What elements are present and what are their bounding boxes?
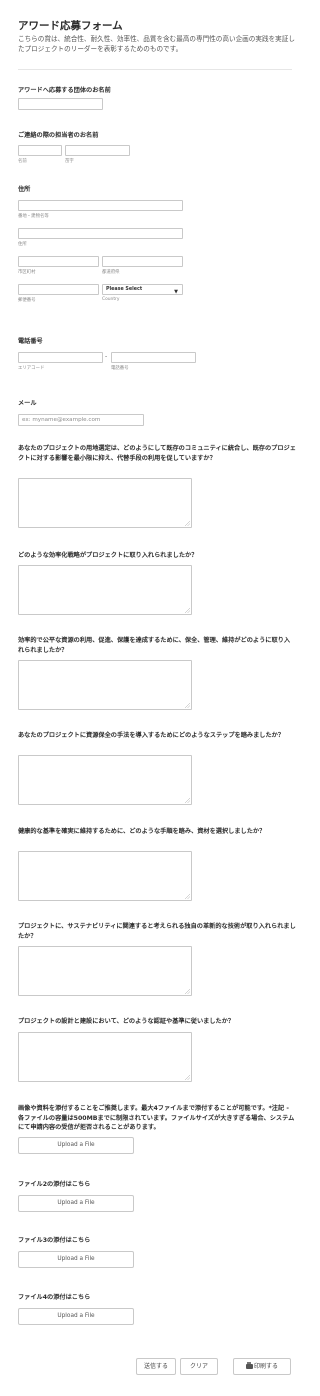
upload-3-button[interactable]: Upload a File — [18, 1251, 134, 1268]
printer-icon — [245, 1362, 253, 1369]
upload-4-label: ファイル4の添付はこちら — [18, 1294, 91, 1301]
contact-name-label: ご連絡の際の担当者のお名前 — [18, 132, 99, 139]
street-line1-sublabel: 番地・建物名等 — [18, 214, 49, 219]
question-5-label: 健康的な基準を確実に維持するために、どのような手順を踏み、資材を選択しましたか？ — [18, 828, 266, 835]
chevron-down-icon: ▼ — [174, 289, 178, 295]
first-name-sublabel: 名前 — [18, 159, 27, 164]
question-1-label: あなたのプロジェクトの用地選定は、どのようにして既存のコミュニティに統合し、既存… — [18, 445, 296, 462]
last-name-input[interactable] — [65, 145, 130, 156]
state-input[interactable] — [102, 256, 183, 267]
resize-grip-icon[interactable] — [185, 703, 190, 708]
phone-area-sublabel: エリアコード — [18, 366, 45, 371]
upload-2-button[interactable]: Upload a File — [18, 1195, 134, 1212]
resize-grip-icon[interactable] — [185, 894, 190, 899]
header-divider — [18, 69, 292, 70]
phone-number-input[interactable] — [111, 352, 196, 363]
question-3-label: 効率的で公平な資源の利用、促進、保護を達成するために、保全、管理、維持がどのよう… — [18, 637, 291, 654]
city-sublabel: 市区町村 — [18, 270, 36, 275]
resize-grip-icon[interactable] — [185, 798, 190, 803]
form-description: こちらの賞は、統合性、耐久性、効率性、品質を含む最高の専門性の高い企画の実践を実… — [18, 35, 295, 53]
upload-4-button[interactable]: Upload a File — [18, 1308, 134, 1325]
upload-1-label: 画像や資料を添付することをご推奨します。最大4ファイルまで添付することが可能です… — [18, 1105, 295, 1131]
print-button[interactable]: 印刷する — [233, 1358, 291, 1375]
email-label: メール — [18, 400, 37, 407]
question-5-textarea[interactable] — [18, 851, 192, 901]
phone-separator: - — [105, 353, 108, 360]
question-7-textarea[interactable] — [18, 1032, 192, 1082]
upload-1-button[interactable]: Upload a File — [18, 1137, 134, 1154]
question-2-label: どのような効率化戦略がプロジェクトに取り入れられましたか？ — [18, 552, 198, 559]
question-1-textarea[interactable] — [18, 478, 192, 528]
country-select-value: Please Select — [106, 287, 143, 292]
zip-sublabel: 郵便番号 — [18, 298, 36, 303]
last-name-sublabel: 苗字 — [65, 159, 74, 164]
country-sublabel: Country — [102, 297, 120, 302]
zip-input[interactable] — [18, 284, 99, 295]
question-4-label: あなたのプロジェクトに資源保全の手法を導入するためにどのようなステップを踏みまし… — [18, 732, 285, 739]
city-input[interactable] — [18, 256, 99, 267]
resize-grip-icon[interactable] — [185, 521, 190, 526]
address-label: 住所 — [18, 186, 31, 193]
street-line2-sublabel: 住所 — [18, 242, 27, 247]
upload-2-label: ファイル2の添付はこちら — [18, 1181, 91, 1188]
upload-3-label: ファイル3の添付はこちら — [18, 1237, 91, 1244]
org-name-label: アワードへ応募する団体のお名前 — [18, 87, 111, 94]
question-6-label: プロジェクトに、サステナビリティに関連すると考えられる独自の革新的な技術が取り入… — [18, 923, 296, 940]
street-line1-input[interactable] — [18, 200, 183, 211]
country-select[interactable]: Please Select ▼ — [102, 284, 183, 295]
question-2-textarea[interactable] — [18, 565, 192, 615]
question-7-label: プロジェクトの設計と建設において、どのような認証や基準に従いましたか？ — [18, 1018, 235, 1025]
print-button-label: 印刷する — [253, 1363, 278, 1370]
first-name-input[interactable] — [18, 145, 62, 156]
phone-area-input[interactable] — [18, 352, 103, 363]
resize-grip-icon[interactable] — [185, 989, 190, 994]
resize-grip-icon[interactable] — [185, 608, 190, 613]
submit-button[interactable]: 送信する — [136, 1358, 176, 1375]
question-4-textarea[interactable] — [18, 755, 192, 805]
resize-grip-icon[interactable] — [185, 1075, 190, 1080]
street-line2-input[interactable] — [18, 228, 183, 239]
clear-button[interactable]: クリア — [180, 1358, 218, 1375]
phone-number-sublabel: 電話番号 — [111, 366, 129, 371]
form-title: アワード応募フォーム — [18, 20, 123, 32]
org-name-input[interactable] — [18, 98, 103, 110]
question-6-textarea[interactable] — [18, 946, 192, 996]
state-sublabel: 都道府県 — [102, 270, 120, 275]
question-3-textarea[interactable] — [18, 660, 192, 710]
phone-label: 電話番号 — [18, 338, 43, 345]
email-input[interactable]: ex: myname@example.com — [18, 414, 144, 426]
